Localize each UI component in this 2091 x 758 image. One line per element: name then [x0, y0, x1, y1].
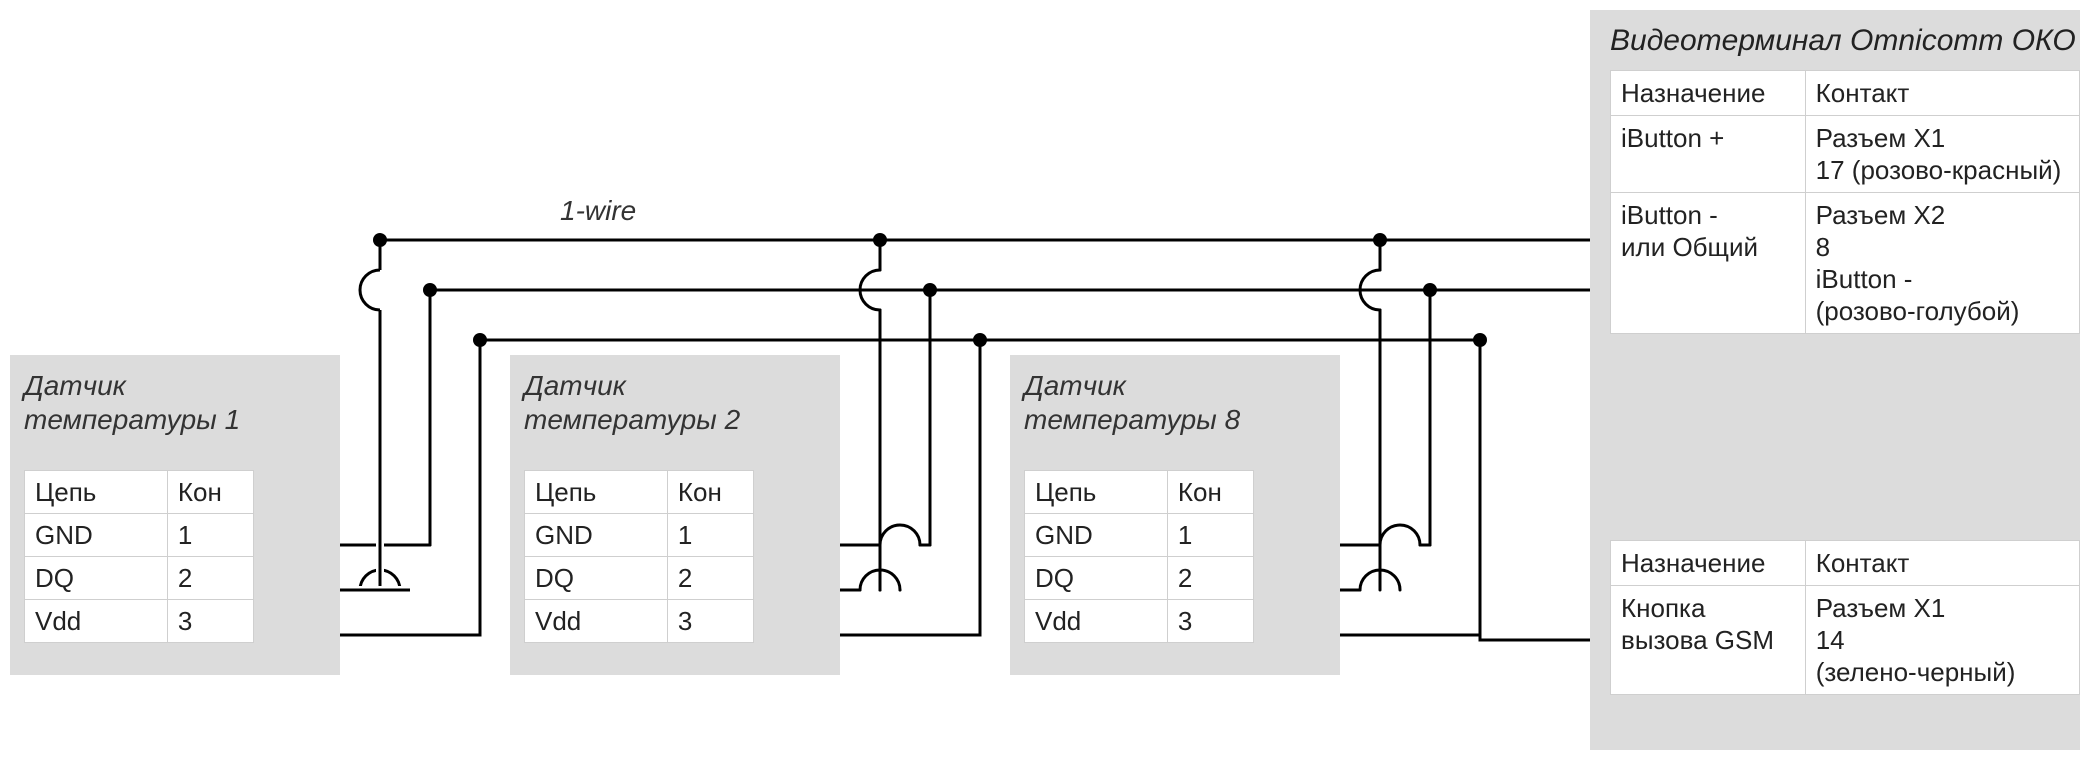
cell-contact: Разъем Х114(зелено-черный) — [1805, 586, 2079, 695]
header-contact: Контакт — [1805, 71, 2079, 116]
table-row: DQ2 — [525, 557, 754, 600]
header-contact: Кон — [167, 471, 253, 514]
cell-circuit: DQ — [1025, 557, 1168, 600]
cell-circuit: GND — [525, 514, 668, 557]
table-row: DQ2 — [25, 557, 254, 600]
table-row: ЦепьКон — [525, 471, 754, 514]
header-circuit: Цепь — [1025, 471, 1168, 514]
table-row: GND1 — [525, 514, 754, 557]
cell-circuit: DQ — [525, 557, 668, 600]
terminal-title: Видеотерминал Omnicomm ОКО — [1610, 24, 2076, 58]
cell-purpose: Кнопкавызова GSM — [1611, 586, 1806, 695]
table-row: GND1 — [25, 514, 254, 557]
table-row: ЦепьКон — [25, 471, 254, 514]
table-row: Vdd3 — [25, 600, 254, 643]
cell-contact: 1 — [1167, 514, 1253, 557]
bus-label-1wire: 1-wire — [560, 195, 636, 227]
cell-contact: 2 — [1167, 557, 1253, 600]
cell-contact: Разъем Х117 (розово-красный) — [1805, 116, 2079, 193]
cell-circuit: DQ — [25, 557, 168, 600]
cell-contact: 1 — [167, 514, 253, 557]
cell-contact: 2 — [667, 557, 753, 600]
sensor-table: ЦепьКонGND1DQ2Vdd3 — [24, 470, 254, 643]
sensor-table: ЦепьКонGND1DQ2Vdd3 — [1024, 470, 1254, 643]
sensor-title: Датчиктемпературы 8 — [1024, 369, 1240, 437]
terminal-block: Видеотерминал Omnicomm ОКО Назначение Ко… — [1590, 10, 2080, 750]
cell-purpose: iButton + — [1611, 116, 1806, 193]
header-purpose: Назначение — [1611, 71, 1806, 116]
terminal-table-2: Назначение Контакт Кнопкавызова GSM Разъ… — [1610, 540, 2080, 695]
cell-contact: 3 — [667, 600, 753, 643]
table-row: Кнопкавызова GSM Разъем Х114(зелено-черн… — [1611, 586, 2080, 695]
table-row: Назначение Контакт — [1611, 541, 2080, 586]
cell-circuit: Vdd — [525, 600, 668, 643]
sensor-title: Датчиктемпературы 1 — [24, 369, 240, 437]
cell-contact: 3 — [167, 600, 253, 643]
table-row: ЦепьКон — [1025, 471, 1254, 514]
header-contact: Кон — [1167, 471, 1253, 514]
sensor-block-2: Датчиктемпературы 2 ЦепьКонGND1DQ2Vdd3 — [510, 355, 840, 675]
table-row: DQ2 — [1025, 557, 1254, 600]
table-row: iButton -или Общий Разъем Х28iButton -(р… — [1611, 193, 2080, 334]
sensor-title: Датчиктемпературы 2 — [524, 369, 740, 437]
table-row: Vdd3 — [525, 600, 754, 643]
cell-circuit: GND — [1025, 514, 1168, 557]
cell-contact: 1 — [667, 514, 753, 557]
cell-contact: Разъем Х28iButton -(розово-голубой) — [1805, 193, 2079, 334]
header-contact: Контакт — [1805, 541, 2079, 586]
header-purpose: Назначение — [1611, 541, 1806, 586]
table-row: Vdd3 — [1025, 600, 1254, 643]
table-row: Назначение Контакт — [1611, 71, 2080, 116]
cell-circuit: GND — [25, 514, 168, 557]
cell-purpose: iButton -или Общий — [1611, 193, 1806, 334]
cell-contact: 2 — [167, 557, 253, 600]
terminal-table-1: Назначение Контакт iButton + Разъем Х117… — [1610, 70, 2080, 334]
header-contact: Кон — [667, 471, 753, 514]
cell-contact: 3 — [1167, 600, 1253, 643]
cell-circuit: Vdd — [25, 600, 168, 643]
sensor-block-3: Датчиктемпературы 8 ЦепьКонGND1DQ2Vdd3 — [1010, 355, 1340, 675]
header-circuit: Цепь — [25, 471, 168, 514]
sensor-table: ЦепьКонGND1DQ2Vdd3 — [524, 470, 754, 643]
table-row: GND1 — [1025, 514, 1254, 557]
diagram-canvas: 1-wire Датчиктемпературы 1ЦепьКонGND1DQ2… — [0, 0, 2091, 758]
sensor-block-1: Датчиктемпературы 1 ЦепьКонGND1DQ2Vdd3 — [10, 355, 340, 675]
cell-circuit: Vdd — [1025, 600, 1168, 643]
header-circuit: Цепь — [525, 471, 668, 514]
table-row: iButton + Разъем Х117 (розово-красный) — [1611, 116, 2080, 193]
